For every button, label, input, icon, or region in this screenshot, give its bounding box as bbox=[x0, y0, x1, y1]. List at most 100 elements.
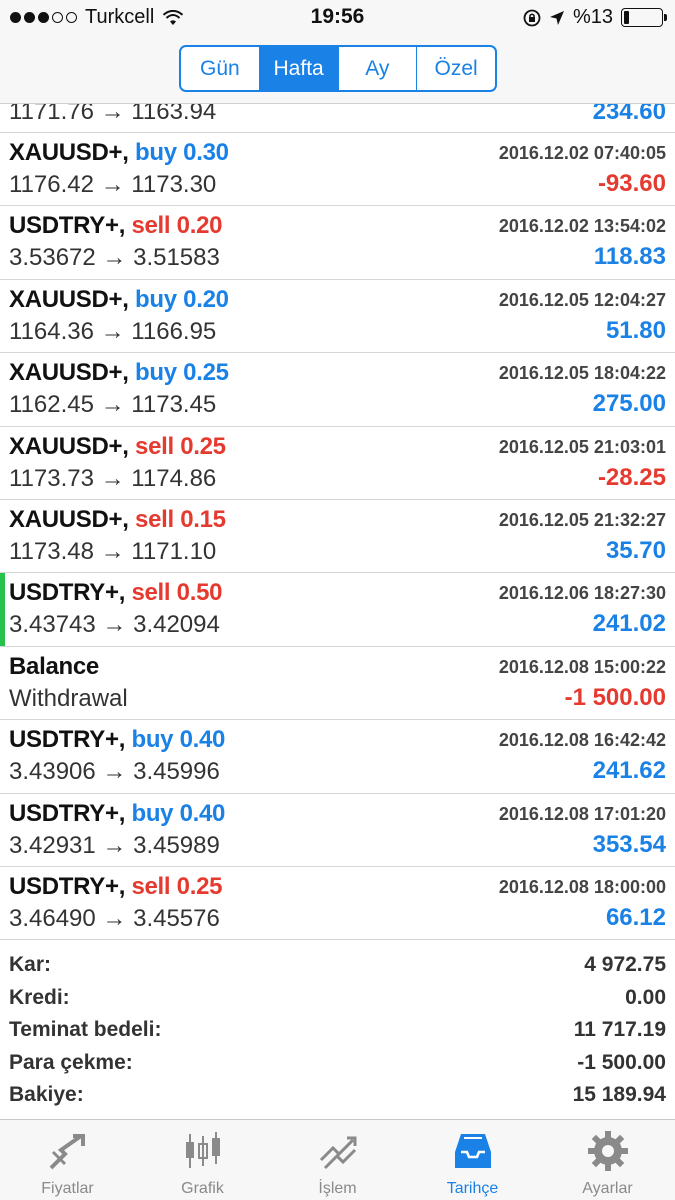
deal-date: 2016.12.08 18:00:00 bbox=[498, 876, 666, 897]
summary-label: Teminat bedeli: bbox=[9, 1018, 162, 1041]
summary-row: Para çekme: -1 500.00 bbox=[0, 1048, 675, 1081]
deal-direction: sell 0.50 bbox=[131, 579, 223, 607]
summary-row: Teminat bedeli: 11 717.19 bbox=[0, 1015, 675, 1048]
deal-date: 2016.12.08 16:42:42 bbox=[498, 730, 666, 751]
tab-history[interactable]: Tarihçe bbox=[405, 1120, 540, 1200]
deal-date: 2016.12.05 18:04:22 bbox=[498, 363, 666, 384]
deal-profit: 241.62 bbox=[592, 757, 666, 785]
summary-value: -1 500.00 bbox=[577, 1050, 666, 1074]
summary-value: 15 189.94 bbox=[572, 1083, 666, 1106]
period-selector-bar: Gün Hafta Ay Özel bbox=[0, 36, 675, 104]
deal-prices: 3.43906 → 3.45996 bbox=[9, 758, 220, 786]
quotes-icon bbox=[49, 1134, 85, 1170]
deal-prices: 1173.73 → 1174.86 bbox=[9, 464, 217, 492]
list-item[interactable]: USDTRY+, sell 0.25 2016.12.08 18:00:00 3.4… bbox=[0, 867, 675, 940]
deal-prices: 1162.45 → 1173.45 bbox=[9, 391, 217, 419]
deal-prices: 1173.48 → 1171.10 bbox=[9, 537, 217, 565]
list-item[interactable]: XAUUSD+, sell 0.15 2016.12.05 21:32:27 117… bbox=[0, 500, 675, 574]
deal-symbol: XAUUSD+, bbox=[9, 505, 129, 533]
period-tab-month[interactable]: Ay bbox=[339, 47, 418, 90]
deal-prices: 1164.36 → 1166.95 bbox=[9, 317, 217, 345]
deal-date: 2016.12.06 18:27:30 bbox=[498, 583, 666, 604]
deal-profit: 353.54 bbox=[592, 830, 666, 858]
summary-row: Kredi: 0.00 bbox=[0, 983, 675, 1016]
account-summary: Kar: 4 972.75 Kredi: 0.00 Teminat bedeli: 11 … bbox=[0, 950, 675, 1113]
deal-symbol: Balance bbox=[9, 652, 99, 680]
deal-profit: 234.60 bbox=[592, 104, 666, 125]
bottom-tab-bar: Fiyatlar Grafik İşlem Tarihçe Ayarlar bbox=[0, 1119, 675, 1200]
deal-prices: 3.42931 → 3.45989 bbox=[9, 831, 220, 859]
battery-percent: %13 bbox=[572, 6, 613, 28]
deal-profit: 118.83 bbox=[593, 243, 666, 271]
deal-date: 2016.12.02 13:54:02 bbox=[498, 216, 666, 237]
deal-date: 2016.12.08 15:00:22 bbox=[498, 656, 666, 677]
deal-direction: buy 0.20 bbox=[135, 285, 229, 313]
orientation-lock-icon bbox=[523, 9, 541, 26]
chart-icon bbox=[186, 1132, 220, 1168]
period-tab-custom[interactable]: Özel bbox=[417, 47, 495, 90]
history-icon bbox=[455, 1134, 491, 1168]
period-tab-week[interactable]: Hafta bbox=[259, 47, 339, 90]
list-item[interactable]: USDTRY+, buy 0.40 2016.12.08 16:42:42 3.43… bbox=[0, 720, 675, 794]
list-item[interactable]: Balance 2016.12.08 15:00:22 Withdrawal -1 … bbox=[0, 647, 675, 721]
deal-symbol: USDTRY+, bbox=[9, 579, 126, 607]
deal-date: 2016.12.05 21:03:01 bbox=[498, 436, 666, 457]
deal-profit: 241.02 bbox=[592, 610, 666, 638]
deal-prices: 3.43743 → 3.42094 bbox=[9, 611, 220, 639]
deal-direction: sell 0.20 bbox=[131, 212, 223, 240]
summary-value: 4 972.75 bbox=[584, 953, 666, 976]
battery-icon bbox=[621, 8, 667, 27]
deal-prices: 1171.76 → 1163.94 bbox=[9, 104, 217, 125]
deal-date: 2016.12.08 17:01:20 bbox=[498, 803, 666, 824]
list-item[interactable]: XAUUSD+, buy 0.30 2016.12.02 07:40:05 1176… bbox=[0, 133, 675, 207]
deal-symbol: USDTRY+, bbox=[9, 799, 126, 827]
list-item[interactable]: XAUUSD+, buy 0.25 2016.12.05 18:04:22 1162… bbox=[0, 353, 675, 427]
deal-profit: -93.60 bbox=[597, 170, 666, 197]
tab-quotes[interactable]: Fiyatlar bbox=[0, 1120, 135, 1200]
deal-profit: -28.25 bbox=[597, 463, 666, 491]
deal-direction: buy 0.30 bbox=[135, 139, 229, 166]
deal-symbol: XAUUSD+, bbox=[9, 285, 129, 313]
deal-direction: buy 0.25 bbox=[135, 359, 229, 387]
list-item[interactable]: XAUUSD+, sell 0.25 2016.12.05 21:03:01 117… bbox=[0, 427, 675, 500]
period-tab-day[interactable]: Gün bbox=[181, 47, 260, 90]
deal-prices: 3.53672 → 3.51583 bbox=[9, 244, 220, 272]
status-bar: Turkcell 19:56 %13 bbox=[0, 0, 675, 36]
deal-profit: 66.12 bbox=[605, 903, 666, 931]
list-item[interactable]: USDTRY+, sell 0.50 2016.12.06 18:27:30 3.4… bbox=[0, 573, 675, 647]
deal-profit: 275.00 bbox=[592, 390, 666, 418]
deal-symbol: USDTRY+, bbox=[9, 872, 126, 900]
list-item[interactable]: XAUUSD+, buy 0.20 2016.12.05 12:04:27 1164… bbox=[0, 280, 675, 354]
summary-label: Bakiye: bbox=[9, 1083, 84, 1106]
deal-symbol: XAUUSD+, bbox=[9, 359, 129, 387]
list-item[interactable]: USDTRY+, sell 0.20 2016.12.02 13:54:02 3.5… bbox=[0, 206, 675, 280]
deal-direction: buy 0.40 bbox=[131, 799, 226, 827]
summary-row: Kar: 4 972.75 bbox=[0, 950, 675, 983]
tab-settings[interactable]: Ayarlar bbox=[540, 1120, 675, 1200]
settings-icon bbox=[588, 1131, 628, 1171]
deal-prices: 3.46490 → 3.45576 bbox=[9, 904, 220, 932]
summary-row: Bakiye: 15 189.94 bbox=[0, 1080, 675, 1113]
deal-symbol: XAUUSD+, bbox=[9, 139, 129, 166]
period-segmented-control: Gün Hafta Ay Özel bbox=[179, 45, 497, 92]
deal-profit: -1 500.00 bbox=[564, 683, 666, 711]
history-list[interactable]: 1171.76 → 1163.94 234.60 XAUUSD+, buy 0.… bbox=[0, 104, 675, 940]
summary-value: 0.00 bbox=[625, 985, 666, 1009]
deal-date: 2016.12.05 21:32:27 bbox=[498, 509, 666, 530]
deal-date: 2016.12.05 12:04:27 bbox=[498, 289, 666, 310]
summary-label: Para çekme: bbox=[9, 1050, 133, 1074]
deal-direction: sell 0.25 bbox=[131, 872, 223, 900]
summary-label: Kar: bbox=[9, 953, 52, 976]
location-icon bbox=[549, 10, 564, 25]
tab-chart[interactable]: Grafik bbox=[135, 1120, 270, 1200]
list-item[interactable]: 1171.76 → 1163.94 234.60 bbox=[0, 104, 675, 133]
deal-profit: 51.80 bbox=[605, 316, 666, 344]
tab-trade[interactable]: İşlem bbox=[270, 1120, 405, 1200]
deal-symbol: USDTRY+, bbox=[9, 726, 126, 754]
deal-prices: Withdrawal bbox=[9, 684, 128, 712]
summary-label: Kredi: bbox=[9, 985, 70, 1009]
deal-prices: 1176.42 → 1173.30 bbox=[9, 171, 217, 198]
deal-profit: 35.70 bbox=[605, 536, 666, 564]
summary-value: 11 717.19 bbox=[573, 1018, 666, 1041]
list-item[interactable]: USDTRY+, buy 0.40 2016.12.08 17:01:20 3.42… bbox=[0, 794, 675, 867]
